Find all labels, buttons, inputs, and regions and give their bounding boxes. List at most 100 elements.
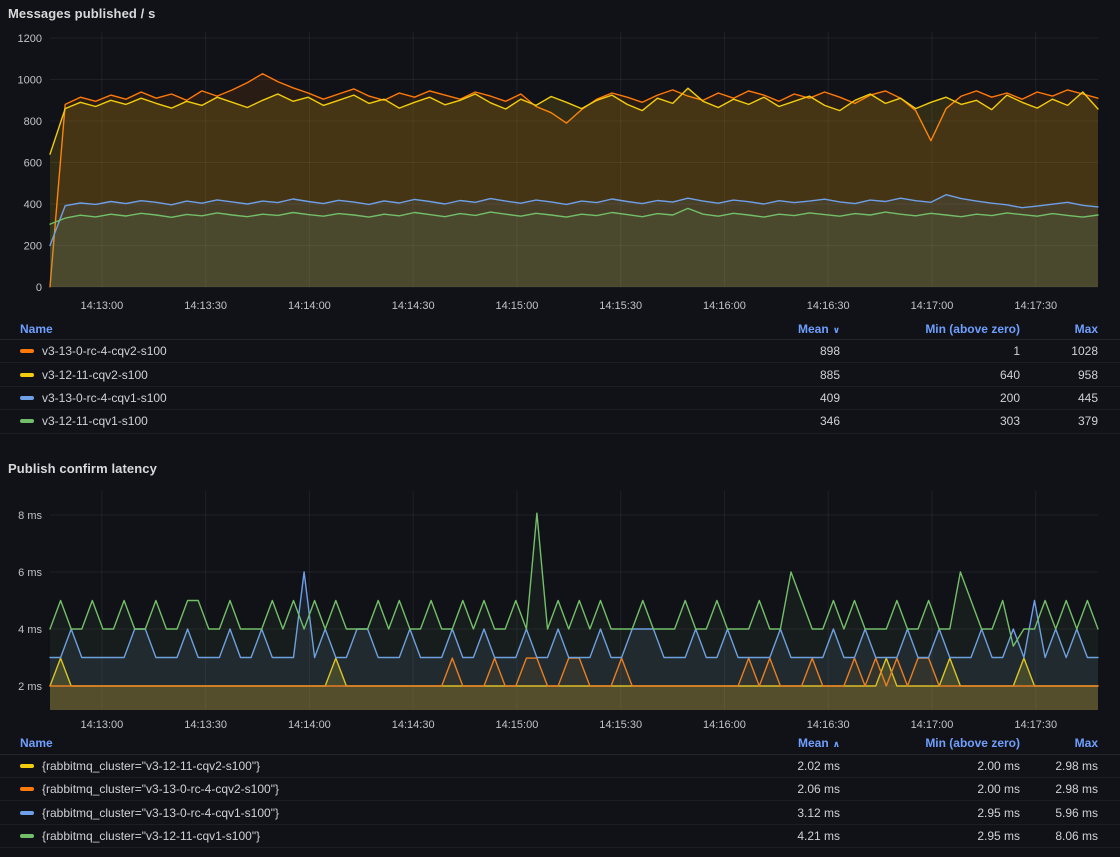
y-axis-tick-label: 6 ms bbox=[18, 567, 42, 579]
legend-col-max[interactable]: Max bbox=[1020, 736, 1098, 750]
legend-series-name-cell: v3-12-11-cqv1-s100 bbox=[20, 414, 710, 428]
x-axis-tick-label: 14:15:30 bbox=[599, 300, 642, 312]
panel-title: Publish confirm latency bbox=[8, 461, 1112, 476]
x-axis-tick-label: 14:13:00 bbox=[80, 719, 123, 731]
legend-row: {rabbitmq_cluster="v3-12-11-cqv2-s100"} 2… bbox=[0, 755, 1120, 778]
series-color-swatch bbox=[20, 834, 34, 838]
panel-header: Messages published / s bbox=[0, 0, 1120, 28]
x-axis-tick-label: 14:13:00 bbox=[80, 300, 123, 312]
x-axis-tick-label: 14:16:30 bbox=[807, 300, 850, 312]
legend-min-value: 640 bbox=[840, 368, 1020, 382]
series-color-swatch bbox=[20, 396, 34, 400]
legend-max-value: 8.06 ms bbox=[1020, 829, 1098, 843]
x-axis-tick-label: 14:15:30 bbox=[599, 719, 642, 731]
legend-mean-value: 885 bbox=[710, 368, 840, 382]
x-axis-tick-label: 14:13:30 bbox=[184, 300, 227, 312]
x-axis-tick-label: 14:14:30 bbox=[392, 719, 435, 731]
x-axis-tick-label: 14:14:30 bbox=[392, 300, 435, 312]
legend-min-value: 2.00 ms bbox=[840, 759, 1020, 773]
legend-series-name-cell: v3-13-0-rc-4-cqv1-s100 bbox=[20, 391, 710, 405]
legend-max-value: 445 bbox=[1020, 391, 1098, 405]
legend-min-value: 303 bbox=[840, 414, 1020, 428]
legend-col-mean[interactable]: Mean∧ bbox=[710, 736, 840, 750]
chevron-up-icon: ∧ bbox=[833, 739, 840, 749]
legend-max-value: 2.98 ms bbox=[1020, 759, 1098, 773]
y-axis-tick-label: 8 ms bbox=[18, 510, 42, 522]
x-axis-tick-label: 14:16:30 bbox=[807, 719, 850, 731]
legend-mean-value: 4.21 ms bbox=[710, 829, 840, 843]
legend-mean-value: 2.02 ms bbox=[710, 759, 840, 773]
legend-min-value: 2.00 ms bbox=[840, 782, 1020, 796]
series-fill bbox=[50, 208, 1098, 287]
legend-series-name[interactable]: v3-13-0-rc-4-cqv2-s100 bbox=[42, 344, 167, 358]
legend-max-value: 2.98 ms bbox=[1020, 782, 1098, 796]
x-axis-tick-label: 14:13:30 bbox=[184, 719, 227, 731]
legend-series-name[interactable]: {rabbitmq_cluster="v3-12-11-cqv2-s100"} bbox=[42, 759, 260, 773]
legend-header-row: NameMean∧Min (above zero)Max bbox=[0, 733, 1120, 755]
legend-col-name[interactable]: Name bbox=[20, 322, 710, 336]
legend-series-name[interactable]: {rabbitmq_cluster="v3-13-0-rc-4-cqv2-s10… bbox=[42, 782, 279, 796]
legend-series-name[interactable]: {rabbitmq_cluster="v3-13-0-rc-4-cqv1-s10… bbox=[42, 806, 279, 820]
series-color-swatch bbox=[20, 811, 34, 815]
legend-col-mean-label: Mean bbox=[798, 322, 829, 336]
y-axis-tick-label: 600 bbox=[24, 158, 42, 170]
legend-row: {rabbitmq_cluster="v3-13-0-rc-4-cqv2-s10… bbox=[0, 778, 1120, 801]
y-axis-tick-label: 400 bbox=[24, 199, 42, 211]
legend-col-min-above-zero[interactable]: Min (above zero) bbox=[840, 736, 1020, 750]
legend-series-name[interactable]: v3-12-11-cqv2-s100 bbox=[42, 368, 148, 382]
x-axis-tick-label: 14:16:00 bbox=[703, 719, 746, 731]
y-axis-tick-label: 0 bbox=[36, 282, 42, 294]
panel-header: Publish confirm latency bbox=[0, 455, 1120, 483]
legend-series-name-cell: {rabbitmq_cluster="v3-12-11-cqv2-s100"} bbox=[20, 759, 710, 773]
legend-mean-value: 346 bbox=[710, 414, 840, 428]
legend-mean-value: 898 bbox=[710, 344, 840, 358]
y-axis-tick-label: 4 ms bbox=[18, 624, 42, 636]
y-axis-tick-label: 2 ms bbox=[18, 681, 42, 693]
legend-max-value: 958 bbox=[1020, 368, 1098, 382]
legend-mean-value: 409 bbox=[710, 391, 840, 405]
legend-col-mean[interactable]: Mean∨ bbox=[710, 322, 840, 336]
x-axis-tick-label: 14:14:00 bbox=[288, 719, 331, 731]
legend-max-value: 379 bbox=[1020, 414, 1098, 428]
legend-col-min-above-zero[interactable]: Min (above zero) bbox=[840, 322, 1020, 336]
legend-series-name-cell: {rabbitmq_cluster="v3-13-0-rc-4-cqv2-s10… bbox=[20, 782, 710, 796]
messages-published-chart[interactable]: 02004006008001000120014:13:0014:13:3014:… bbox=[0, 28, 1120, 318]
series-fill bbox=[50, 513, 1098, 710]
legend-series-name-cell: v3-12-11-cqv2-s100 bbox=[20, 368, 710, 382]
x-axis-tick-label: 14:14:00 bbox=[288, 300, 331, 312]
x-axis-tick-label: 14:17:00 bbox=[911, 719, 954, 731]
legend-series-name[interactable]: v3-13-0-rc-4-cqv1-s100 bbox=[42, 391, 167, 405]
legend-max-value: 1028 bbox=[1020, 344, 1098, 358]
legend-row: v3-13-0-rc-4-cqv1-s100 409200445 bbox=[0, 387, 1120, 410]
x-axis-tick-label: 14:16:00 bbox=[703, 300, 746, 312]
legend-row: v3-12-11-cqv2-s100 885640958 bbox=[0, 363, 1120, 386]
series-color-swatch bbox=[20, 419, 34, 423]
panel-messages-published: Messages published / s 02004006008001000… bbox=[0, 0, 1120, 434]
y-axis-tick-label: 1000 bbox=[18, 75, 42, 87]
legend-row: v3-12-11-cqv1-s100 346303379 bbox=[0, 410, 1120, 433]
x-axis-tick-label: 14:17:00 bbox=[911, 300, 954, 312]
legend-series-name-cell: v3-13-0-rc-4-cqv2-s100 bbox=[20, 344, 710, 358]
legend-min-value: 2.95 ms bbox=[840, 829, 1020, 843]
legend-series-name[interactable]: {rabbitmq_cluster="v3-12-11-cqv1-s100"} bbox=[42, 829, 260, 843]
legend-col-max[interactable]: Max bbox=[1020, 322, 1098, 336]
x-axis-tick-label: 14:17:30 bbox=[1014, 300, 1057, 312]
legend-col-name[interactable]: Name bbox=[20, 736, 710, 750]
panel-publish-confirm-latency: Publish confirm latency 2 ms 4 ms 6 ms 8 ms… bbox=[0, 455, 1120, 849]
x-axis-tick-label: 14:17:30 bbox=[1014, 719, 1057, 731]
legend-min-value: 200 bbox=[840, 391, 1020, 405]
legend-row: {rabbitmq_cluster="v3-13-0-rc-4-cqv1-s10… bbox=[0, 801, 1120, 824]
legend-series-name[interactable]: v3-12-11-cqv1-s100 bbox=[42, 414, 148, 428]
y-axis-tick-label: 200 bbox=[24, 241, 42, 253]
legend-row: v3-13-0-rc-4-cqv2-s10089811028 bbox=[0, 340, 1120, 363]
legend-min-value: 2.95 ms bbox=[840, 806, 1020, 820]
messages-published-legend: NameMean∨Min (above zero)Max v3-13-0-rc-4… bbox=[0, 318, 1120, 434]
y-axis-tick-label: 1200 bbox=[18, 33, 42, 45]
legend-max-value: 5.96 ms bbox=[1020, 806, 1098, 820]
series-color-swatch bbox=[20, 764, 34, 768]
legend-header-row: NameMean∨Min (above zero)Max bbox=[0, 318, 1120, 340]
legend-row: {rabbitmq_cluster="v3-12-11-cqv1-s100"} 4… bbox=[0, 825, 1120, 848]
series-color-swatch bbox=[20, 787, 34, 791]
publish-confirm-latency-chart[interactable]: 2 ms 4 ms 6 ms 8 ms 14:13:00 14:13:30 14:14:00… bbox=[0, 483, 1120, 733]
series-color-swatch bbox=[20, 373, 34, 377]
